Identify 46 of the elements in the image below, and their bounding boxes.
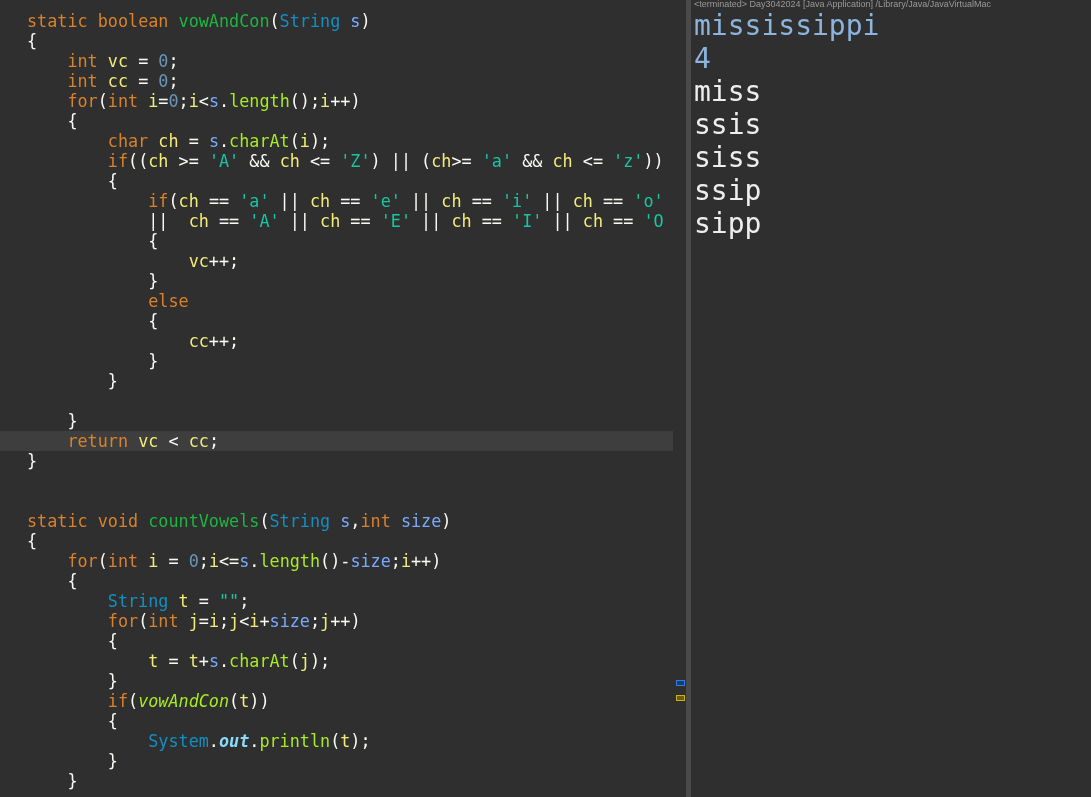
annotation-marker[interactable] <box>676 695 685 701</box>
code-line: int vc = 0; <box>67 51 179 71</box>
code-line: { <box>67 111 78 131</box>
code-line: t = t+s.charAt(j); <box>148 651 331 671</box>
console-line: miss <box>694 75 763 108</box>
code-line: } <box>107 671 118 691</box>
code-line: for(int i = 0;i<=s.length()-size;i++) <box>67 551 442 571</box>
code-line: { <box>27 531 38 551</box>
annotation-marker[interactable] <box>676 680 685 686</box>
code-line: for(int i=0;i<s.length();i++) <box>67 91 361 111</box>
code-line: } <box>107 371 118 391</box>
code-line: { <box>148 231 159 251</box>
console-line: 4 <box>694 42 712 75</box>
console-line: sipp <box>694 207 763 240</box>
code-line: if(vowAndCon(t)) <box>107 691 270 711</box>
code-line: { <box>107 711 118 731</box>
code-line: } <box>148 351 159 371</box>
console-header: <terminated> Day3042024 [Java Application] /Library/Java/JavaVirtualMac <box>694 0 992 9</box>
console-line: siss <box>694 141 763 174</box>
code-line: static void countVowels(String s,int size) <box>27 511 452 531</box>
code-line: } <box>148 271 159 291</box>
code-line: int cc = 0; <box>67 71 179 91</box>
code-line: { <box>67 571 78 591</box>
code-line: { <box>107 631 118 651</box>
code-line: char ch = s.charAt(i); <box>107 131 331 151</box>
code-line: } <box>27 451 38 471</box>
code-line: if((ch >= 'A' && ch <= 'Z') || (ch>= 'a' && ch <= 'z')) <box>107 151 664 171</box>
code-line: else <box>148 291 189 311</box>
code-line: System.out.println(t); <box>148 731 371 751</box>
code-line: } <box>67 411 78 431</box>
console-line: ssip <box>694 174 763 207</box>
code-line: static boolean vowAndCon(String s) <box>27 11 371 31</box>
code-line: } <box>67 771 78 791</box>
code-line: cc++; <box>188 331 240 351</box>
code-line: vc++; <box>188 251 240 271</box>
code-line: { <box>107 171 118 191</box>
code-line: { <box>27 31 38 51</box>
code-line: for(int j=i;j<i+size;j++) <box>107 611 361 631</box>
code-line: } <box>107 751 118 771</box>
code-line: || ch == 'A' || ch == 'E' || ch == 'I' || ch == 'O <box>148 211 664 231</box>
code-line: return vc < cc; <box>67 431 219 451</box>
code-line: if(ch == 'a' || ch == 'e' || ch == 'i' || ch == 'o' <box>148 191 664 211</box>
code-line: { <box>148 311 159 331</box>
console-line: mississippi <box>694 9 881 42</box>
code-line: String t = ""; <box>107 591 250 611</box>
console-line: ssis <box>694 108 763 141</box>
